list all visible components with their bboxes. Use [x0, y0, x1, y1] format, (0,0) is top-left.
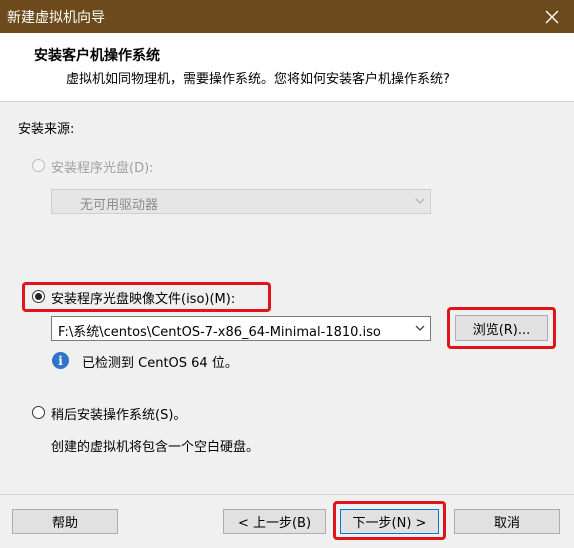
wizard-header: 安装客户机操作系统 虚拟机如同物理机，需要操作系统。您将如何安装客户机操作系统?	[0, 33, 574, 102]
title-bar: 新建虚拟机向导	[0, 0, 574, 33]
help-button-label: 帮助	[51, 516, 78, 531]
close-button[interactable]	[530, 0, 574, 33]
disc-drive-dropdown[interactable]: 无可用驱动器	[51, 189, 431, 214]
next-button-label: 下一步(N) >	[352, 516, 427, 531]
back-button-label: < 上一步(B)	[237, 516, 312, 531]
close-icon	[545, 10, 559, 23]
footer-divider	[0, 494, 574, 495]
page-title: 安装客户机操作系统	[34, 48, 160, 64]
os-detected-text: 已检测到 CentOS 64 位。	[82, 356, 238, 371]
iso-radio[interactable]	[32, 290, 45, 303]
disc-drive-value: 无可用驱动器	[80, 198, 159, 213]
browse-button[interactable]: 浏览(R)...	[455, 315, 548, 341]
install-later-description: 创建的虚拟机将包含一个空白硬盘。	[51, 440, 260, 455]
page-subtitle: 虚拟机如同物理机，需要操作系统。您将如何安装客户机操作系统?	[66, 72, 450, 87]
cancel-button-label: 取消	[493, 516, 520, 531]
iso-path-value: F:\系统\centos\CentOS-7-x86_64-Minimal-181…	[58, 325, 381, 340]
disc-radio[interactable]	[32, 159, 45, 172]
install-source-label: 安装来源:	[18, 122, 75, 137]
back-button[interactable]: < 上一步(B)	[223, 509, 326, 534]
disc-radio-label: 安装程序光盘(D):	[51, 161, 154, 176]
next-button[interactable]: 下一步(N) >	[340, 509, 439, 534]
iso-radio-label: 安装程序光盘映像文件(iso)(M):	[51, 292, 236, 307]
cancel-button[interactable]: 取消	[454, 509, 560, 534]
help-button[interactable]: 帮助	[12, 509, 118, 534]
info-icon: i	[52, 352, 69, 369]
iso-path-input[interactable]: F:\系统\centos\CentOS-7-x86_64-Minimal-181…	[51, 316, 431, 341]
install-later-radio[interactable]	[32, 406, 45, 419]
browse-button-label: 浏览(R)...	[472, 322, 531, 338]
install-later-label: 稍后安装操作系统(S)。	[51, 408, 187, 423]
chevron-down-icon[interactable]	[414, 322, 426, 334]
chevron-down-icon	[415, 198, 425, 204]
window-title: 新建虚拟机向导	[7, 10, 105, 26]
